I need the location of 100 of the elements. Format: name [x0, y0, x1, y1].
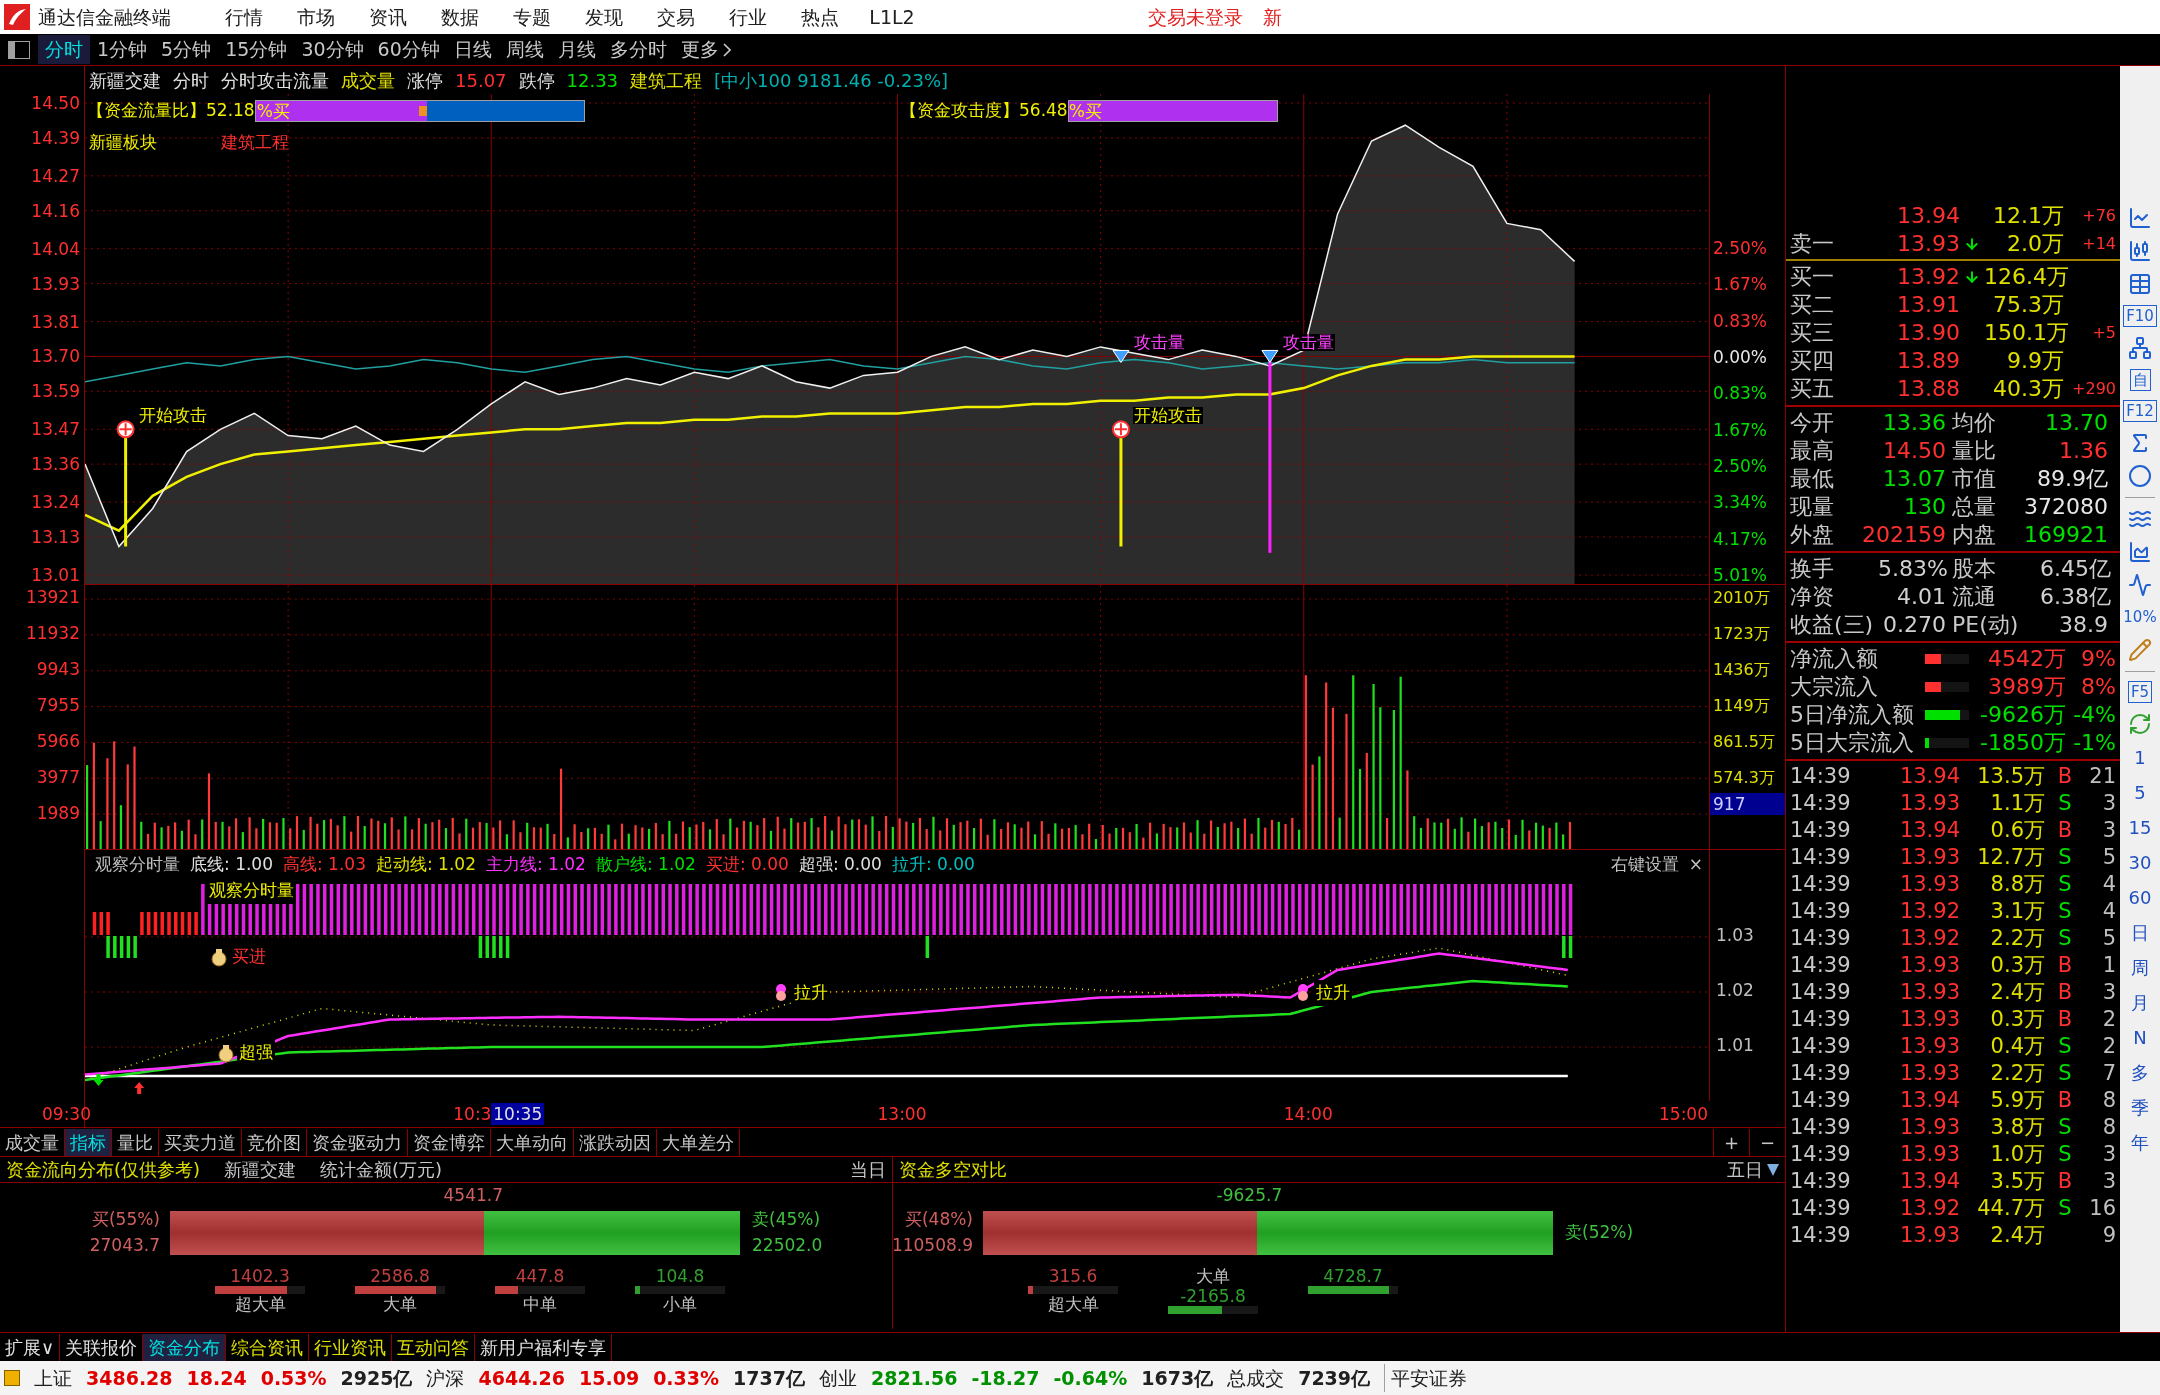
period-tab[interactable]: 1分钟 — [90, 35, 155, 64]
indicator-tab[interactable]: 资金驱动力 — [307, 1128, 408, 1156]
period-button[interactable]: 月 — [2131, 989, 2149, 1016]
trade-time: 14:39 — [1790, 898, 1852, 925]
indicator-axis-label: 1.03 — [1716, 926, 1755, 944]
order-volume: 40.3万 — [1992, 375, 2064, 403]
indicator-tab[interactable]: 大单动向 — [491, 1128, 574, 1156]
period-label[interactable]: 当日 — [850, 1156, 886, 1183]
turnover-value: 7239亿 — [1298, 1365, 1371, 1391]
bottom-tab[interactable]: 新用户福利专享 — [475, 1333, 613, 1361]
indicator-tab[interactable]: 量比 — [112, 1128, 159, 1156]
toolbar-button[interactable]: 10% — [2123, 606, 2157, 629]
menu-item[interactable]: 资讯 — [352, 2, 424, 32]
indicator-tab[interactable]: 涨跌动因 — [574, 1128, 657, 1156]
trade-count: 9 — [2101, 1222, 2116, 1249]
period-tab[interactable]: 分时 — [38, 35, 90, 64]
period-button[interactable]: 1 — [2134, 744, 2146, 771]
volume-axis-label: 9943 — [36, 660, 80, 678]
toolbar-button[interactable]: F12 — [2123, 400, 2157, 422]
menu-item[interactable]: 新 — [1263, 2, 1282, 32]
period-tab[interactable]: 30分钟 — [294, 35, 371, 64]
settings-label[interactable]: 右键设置 — [1610, 852, 1679, 878]
period-tab[interactable]: 60分钟 — [370, 35, 447, 64]
bottom-tab[interactable]: 互动问答 — [392, 1333, 476, 1361]
period-dropdown[interactable]: 五日 — [1727, 1156, 1779, 1183]
toolbar-button[interactable]: F10 — [2123, 305, 2157, 327]
flow-label: 大宗流入 — [1790, 673, 1879, 701]
stat-value: 5.83% — [1878, 556, 1948, 581]
zoom-button[interactable]: − — [1749, 1128, 1785, 1156]
stat-label: 净资 — [1790, 584, 1834, 609]
menu-item[interactable]: 数据 — [424, 2, 496, 32]
stat-label: PE(动) — [1952, 612, 2019, 637]
industry-label: 建筑工程 — [221, 131, 289, 154]
period-tab[interactable]: 5分钟 — [154, 35, 219, 64]
time-label: 10:3 — [452, 1103, 493, 1125]
menu-item[interactable]: 行情 — [208, 2, 280, 32]
period-button[interactable]: 多 — [2131, 1059, 2149, 1086]
stat-label: 现量 — [1790, 493, 1835, 521]
period-button[interactable]: 季 — [2131, 1094, 2149, 1121]
circle-icon[interactable] — [2128, 464, 2152, 488]
chart-header-item: 涨停 — [407, 68, 443, 93]
indicator-tab[interactable]: 大单差分 — [657, 1128, 740, 1156]
hierarchy-icon[interactable] — [2128, 336, 2152, 360]
trade-price: 13.94 — [1898, 1087, 1960, 1114]
period-button[interactable]: N — [2133, 1024, 2147, 1051]
menu-item[interactable]: L1L2 — [856, 2, 928, 32]
menu-item[interactable]: 行业 — [712, 2, 784, 32]
zoom-button[interactable]: + — [1713, 1128, 1749, 1156]
period-tab[interactable]: 更多 — [673, 35, 738, 64]
index-turnover: 1673亿 — [1141, 1365, 1214, 1391]
period-button[interactable]: 日 — [2131, 919, 2149, 946]
status-indicator-icon — [4, 1370, 20, 1386]
menu-item[interactable]: 市场 — [280, 2, 352, 32]
indicator-tab[interactable]: 买卖力道 — [159, 1128, 242, 1156]
close-button[interactable]: × — [1688, 852, 1703, 878]
panel-toggle-icon[interactable] — [8, 40, 30, 59]
period-tab[interactable]: 周线 — [498, 35, 551, 64]
indicator-tab[interactable]: 指标 — [65, 1128, 112, 1156]
bottom-tab[interactable]: 综合资讯 — [226, 1333, 310, 1361]
trade-time: 14:39 — [1790, 1222, 1852, 1249]
bottom-tab[interactable]: 资金分布 — [143, 1333, 227, 1361]
table-icon[interactable] — [2128, 272, 2152, 296]
menu-item[interactable]: 专题 — [496, 2, 568, 32]
area-chart-icon[interactable] — [2128, 540, 2152, 564]
period-button[interactable]: 周 — [2131, 954, 2149, 981]
trade-count: 5 — [2101, 844, 2116, 871]
diamond-marker-icon — [1112, 349, 1130, 363]
price-axis-label: 14.39 — [31, 128, 80, 147]
menu-item[interactable]: 热点 — [784, 2, 856, 32]
period-button[interactable]: 30 — [2128, 849, 2152, 876]
candlestick-icon[interactable] — [2128, 239, 2152, 263]
period-button[interactable]: 年 — [2131, 1129, 2149, 1156]
bottom-tab[interactable]: 行业资讯 — [309, 1333, 393, 1361]
up-arrow-icon — [134, 1082, 145, 1094]
order-amount: 447.8 — [515, 1266, 565, 1286]
login-status[interactable]: 交易未登录 — [1148, 2, 1243, 32]
menu-item[interactable]: 交易 — [640, 2, 712, 32]
pulse-icon[interactable] — [2128, 573, 2152, 597]
bottom-tab[interactable]: 扩展∨ — [0, 1333, 61, 1361]
indicator-tab[interactable]: 资金博弈 — [408, 1128, 491, 1156]
stat-label: 换手 — [1790, 556, 1834, 581]
toolbar-button[interactable]: 自 — [2129, 369, 2151, 391]
flow-ratio-label: 【资金流量比】52.18 — [87, 99, 255, 122]
period-button[interactable]: 60 — [2128, 884, 2152, 911]
indicator-value: 主力线: 1.02 — [485, 853, 586, 876]
pencil-icon[interactable] — [2128, 637, 2152, 662]
refresh-icon[interactable] — [2128, 711, 2152, 736]
period-tab[interactable]: 日线 — [446, 35, 499, 64]
toolbar-button[interactable]: F5 — [2127, 680, 2153, 703]
line-chart-icon[interactable] — [2128, 206, 2152, 230]
flow-label: 5日大宗流入 — [1790, 729, 1915, 757]
period-button[interactable]: 15 — [2128, 814, 2152, 841]
period-tab[interactable]: 多分时 — [602, 35, 674, 64]
period-tab[interactable]: 15分钟 — [218, 35, 295, 64]
period-button[interactable]: 5 — [2134, 779, 2146, 806]
trade-price: 13.93 — [1898, 871, 1960, 898]
percent-axis-label: 0.00% — [1713, 348, 1768, 367]
indicator-tab[interactable]: 竞价图 — [242, 1128, 307, 1156]
menu-item[interactable]: 发现 — [568, 2, 640, 32]
period-tab[interactable]: 月线 — [550, 35, 603, 64]
